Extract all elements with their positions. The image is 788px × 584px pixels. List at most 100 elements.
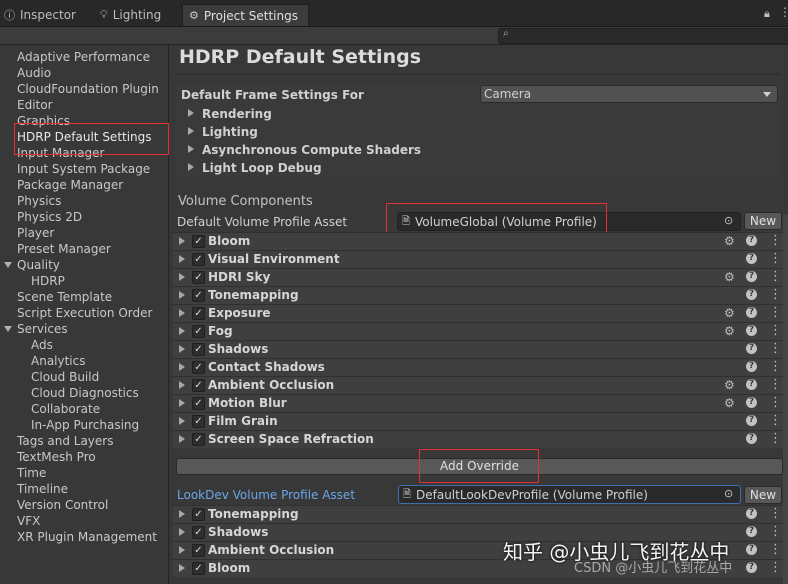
override-checkbox[interactable]: ✓: [192, 253, 205, 266]
override-checkbox[interactable]: ✓: [192, 433, 205, 446]
override-row[interactable]: ✓ Motion Blur ⚙? ⋮: [173, 394, 783, 412]
help-icon[interactable]: ?: [746, 307, 757, 318]
more-options-icon[interactable]: ⋮: [769, 287, 782, 302]
gear-icon[interactable]: ⚙: [724, 324, 735, 338]
sidebar-item[interactable]: VFX: [17, 513, 40, 529]
more-options-icon[interactable]: ⋮: [769, 323, 782, 338]
help-icon[interactable]: ?: [746, 325, 757, 336]
help-icon[interactable]: ?: [746, 433, 757, 444]
gear-icon[interactable]: ⚙: [724, 396, 735, 410]
sidebar-item[interactable]: HDRP: [31, 273, 65, 289]
help-icon[interactable]: ?: [746, 508, 757, 519]
sidebar-item[interactable]: Physics: [17, 193, 61, 209]
help-icon[interactable]: ?: [746, 397, 757, 408]
override-row[interactable]: ✓ Bloom ⚙? ⋮: [173, 232, 783, 250]
override-checkbox[interactable]: ✓: [192, 397, 205, 410]
sidebar-item[interactable]: Scene Template: [17, 289, 112, 305]
more-options-icon[interactable]: ⋮: [769, 560, 782, 575]
sidebar-item[interactable]: Script Execution Order: [17, 305, 152, 321]
object-picker-icon[interactable]: ⊙: [724, 214, 733, 227]
help-icon[interactable]: ?: [746, 253, 757, 264]
sidebar-item[interactable]: Version Control: [17, 497, 108, 513]
foldout-arrow-icon[interactable]: [179, 399, 185, 407]
override-checkbox[interactable]: ✓: [192, 325, 205, 338]
sidebar-item[interactable]: Ads: [31, 337, 53, 353]
search-input[interactable]: ⌕: [498, 28, 788, 44]
foldout-arrow-icon[interactable]: [179, 528, 185, 536]
override-checkbox[interactable]: ✓: [192, 271, 205, 284]
sidebar-item[interactable]: TextMesh Pro: [17, 449, 96, 465]
override-row[interactable]: ✓ Tonemapping? ⋮: [173, 505, 783, 523]
sidebar-item[interactable]: In-App Purchasing: [31, 417, 139, 433]
override-row[interactable]: ✓ Visual Environment? ⋮: [173, 250, 783, 268]
gear-icon[interactable]: ⚙: [724, 234, 735, 248]
sidebar-item[interactable]: Cloud Diagnostics: [31, 385, 139, 401]
override-checkbox[interactable]: ✓: [192, 361, 205, 374]
override-row[interactable]: ✓ Shadows? ⋮: [173, 340, 783, 358]
override-row[interactable]: ✓ Contact Shadows? ⋮: [173, 358, 783, 376]
foldout-arrow-icon[interactable]: [179, 237, 185, 245]
sidebar-item[interactable]: Player: [17, 225, 54, 241]
sidebar-item[interactable]: Analytics: [31, 353, 86, 369]
override-checkbox[interactable]: ✓: [192, 415, 205, 428]
sidebar-item[interactable]: Audio: [17, 65, 51, 81]
override-checkbox[interactable]: ✓: [192, 562, 205, 575]
override-checkbox[interactable]: ✓: [192, 508, 205, 521]
sidebar-item[interactable]: Tags and Layers: [17, 433, 113, 449]
help-icon[interactable]: ?: [746, 235, 757, 246]
lock-icon[interactable]: 🔒︎: [764, 7, 770, 21]
foldout-arrow-icon[interactable]: [179, 255, 185, 263]
sidebar-item[interactable]: Editor: [17, 97, 53, 113]
more-options-icon[interactable]: ⋮: [769, 233, 782, 248]
help-icon[interactable]: ?: [746, 379, 757, 390]
more-options-icon[interactable]: ⋮: [769, 431, 782, 446]
frame-settings-dropdown[interactable]: Camera: [480, 85, 778, 103]
lookdev-volume-field[interactable]: 🗎︎ DefaultLookDevProfile (Volume Profile…: [398, 485, 741, 504]
override-row[interactable]: ✓ Screen Space Refraction? ⋮: [173, 430, 783, 448]
override-row[interactable]: ✓ Ambient Occlusion ⚙? ⋮: [173, 376, 783, 394]
override-checkbox[interactable]: ✓: [192, 343, 205, 356]
more-options-icon[interactable]: ⋮: [769, 524, 782, 539]
sidebar-item[interactable]: Preset Manager: [17, 241, 111, 257]
sidebar-item[interactable]: Cloud Build: [31, 369, 99, 385]
more-options-icon[interactable]: ⋮: [769, 359, 782, 374]
sidebar-item[interactable]: Collaborate: [31, 401, 100, 417]
sidebar-item[interactable]: Quality: [17, 257, 60, 273]
foldout-arrow-icon[interactable]: [179, 327, 185, 335]
object-picker-icon[interactable]: ⊙: [724, 487, 733, 500]
foldout-arrow-icon[interactable]: [179, 435, 185, 443]
help-icon[interactable]: ?: [746, 361, 757, 372]
override-checkbox[interactable]: ✓: [192, 526, 205, 539]
more-options-icon[interactable]: ⋮: [769, 305, 782, 320]
menu-dots-icon[interactable]: ⋮: [779, 5, 788, 19]
more-options-icon[interactable]: ⋮: [769, 269, 782, 284]
override-checkbox[interactable]: ✓: [192, 379, 205, 392]
override-row[interactable]: ✓ Exposure ⚙? ⋮: [173, 304, 783, 322]
help-icon[interactable]: ?: [746, 544, 757, 555]
help-icon[interactable]: ?: [746, 289, 757, 300]
sidebar-item[interactable]: Input System Package: [17, 161, 150, 177]
override-checkbox[interactable]: ✓: [192, 544, 205, 557]
foldout-expanded-icon[interactable]: [4, 326, 12, 332]
more-options-icon[interactable]: ⋮: [769, 506, 782, 521]
override-checkbox[interactable]: ✓: [192, 307, 205, 320]
gear-icon[interactable]: ⚙: [724, 378, 735, 392]
more-options-icon[interactable]: ⋮: [769, 395, 782, 410]
override-row[interactable]: ✓ Tonemapping? ⋮: [173, 286, 783, 304]
more-options-icon[interactable]: ⋮: [769, 251, 782, 266]
foldout-arrow-icon[interactable]: [179, 363, 185, 371]
override-row[interactable]: ✓ Fog ⚙? ⋮: [173, 322, 783, 340]
foldout-arrow-icon[interactable]: [179, 273, 185, 281]
new-lookdev-button[interactable]: New: [744, 486, 782, 504]
help-icon[interactable]: ?: [746, 526, 757, 537]
sidebar-item[interactable]: Adaptive Performance: [17, 49, 150, 65]
foldout-arrow-icon[interactable]: [179, 417, 185, 425]
foldout-arrow-icon[interactable]: [179, 510, 185, 518]
foldout-arrow-icon[interactable]: [179, 546, 185, 554]
gear-icon[interactable]: ⚙: [724, 270, 735, 284]
sidebar-item[interactable]: XR Plugin Management: [17, 529, 157, 545]
tab-project-settings[interactable]: ⚙ Project Settings: [182, 4, 309, 26]
sidebar-item[interactable]: Physics 2D: [17, 209, 82, 225]
more-options-icon[interactable]: ⋮: [769, 377, 782, 392]
help-icon[interactable]: ?: [746, 562, 757, 573]
